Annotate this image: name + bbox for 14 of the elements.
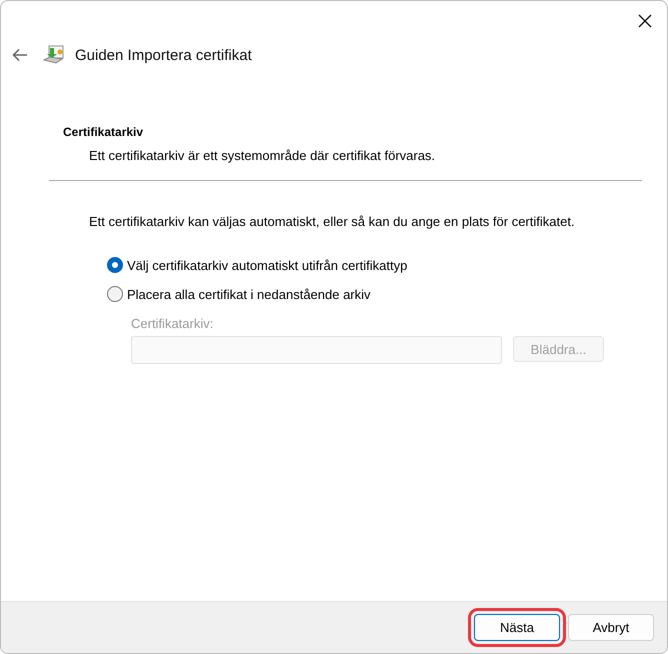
certificate-import-icon [43, 44, 65, 66]
dialog-button[interactable]: Avbryt [568, 614, 654, 641]
intro-text: Ett certifikatarkiv kan väljas automatiskt, eller så kan du ange en plats för certifikatet. [89, 214, 576, 229]
section-heading: Certifikatarkiv [63, 125, 144, 139]
radio-option[interactable]: Välj certifikatarkiv automatiskt utifrån certifikattyp [107, 257, 642, 273]
section-description: Ett certifikatarkiv är ett systemområde där certifikat förvaras. [89, 148, 436, 163]
radio-option[interactable]: Placera alla certifikat i nedanstående arkiv [107, 286, 642, 302]
close-icon[interactable] [638, 14, 652, 28]
window-title: Guiden Importera certifikat [75, 46, 252, 64]
radio-button[interactable] [107, 286, 123, 302]
radio-button[interactable] [107, 257, 123, 273]
radio-label: Placera alla certifikat i nedanstående arkiv [127, 286, 371, 302]
radio-label: Välj certifikatarkiv automatiskt utifrån certifikattyp [127, 258, 408, 272]
field-label: Certifikatarkiv: [131, 316, 214, 331]
